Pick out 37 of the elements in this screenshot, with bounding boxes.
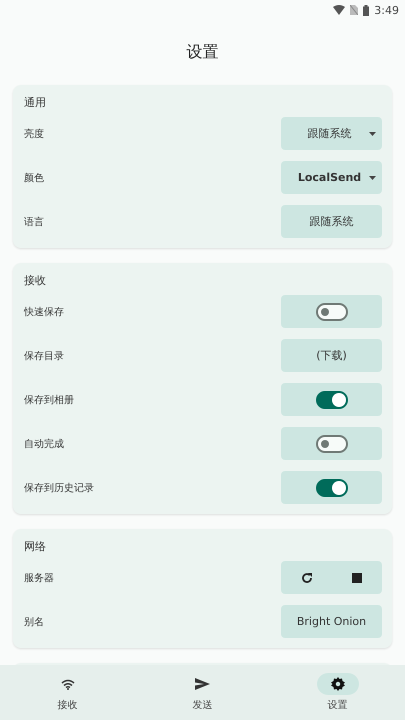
caret-icon [369,176,376,180]
no-sim-icon [350,5,358,15]
section-title: 接收 [24,273,47,288]
value-button[interactable]: (下载) [281,339,382,372]
setting-label: 自动完成 [24,438,64,450]
setting-label: 语言 [24,216,44,228]
nav-tab[interactable]: 设置 [298,673,378,712]
nav-tab[interactable]: 发送 [162,673,242,712]
send-icon [195,678,210,690]
toggle-switch[interactable] [316,478,348,496]
setting-label: 颜色 [24,172,44,184]
toggle-switch[interactable] [316,390,348,408]
section-title: 通用 [24,95,47,110]
setting-label: 服务器 [24,572,54,584]
setting-label: 保存到相册 [24,394,74,406]
setting-label: 保存到历史记录 [24,482,94,494]
battery-icon [363,4,370,16]
setting-label: 别名 [24,616,44,628]
page-title: 设置 [186,42,220,63]
setting-label: 亮度 [24,128,44,140]
stop-icon[interactable] [352,572,362,582]
setting-label: 保存目录 [24,350,64,362]
value-button[interactable]: Bright Onion [281,605,382,638]
section-title: 网络 [24,539,47,554]
nav-tab[interactable]: 接收 [28,673,108,712]
restart-icon[interactable] [300,572,313,584]
status-time: 3:49 [374,4,399,16]
wifi-icon [60,678,74,690]
caret-icon [369,132,376,136]
value-button[interactable]: 跟随系统 [281,205,382,238]
dropdown[interactable]: LocalSend [281,161,382,194]
settings-icon [330,677,344,691]
wifi-icon [333,5,346,15]
dropdown[interactable]: 跟随系统 [281,117,382,150]
setting-label: 快速保存 [24,306,64,318]
toggle-switch[interactable] [316,302,348,320]
toggle-switch[interactable] [316,434,348,452]
